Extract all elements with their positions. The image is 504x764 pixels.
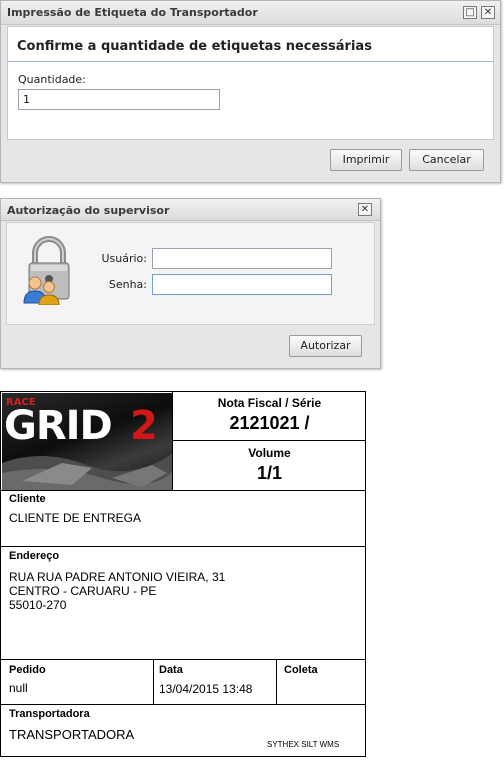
user-label: Usuário: [101, 252, 147, 265]
dialog-title: Autorização do supervisor [7, 204, 170, 217]
order-value: null [9, 681, 28, 695]
invoice-title: Nota Fiscal / Série [217, 396, 322, 410]
password-field[interactable] [152, 274, 332, 295]
divider [1, 704, 365, 705]
authorize-button[interactable]: Autorizar [289, 335, 362, 357]
svg-text:2: 2 [130, 403, 158, 449]
date-value: 13/04/2015 13:48 [159, 682, 253, 696]
title-bar[interactable]: Impressão de Etiqueta do Transportador □… [1, 1, 500, 25]
title-bar[interactable]: Autorização do supervisor ✕ [1, 199, 380, 221]
divider [153, 659, 154, 704]
address-title: Endereço [9, 550, 60, 562]
address-line1: RUA RUA PADRE ANTONIO VIEIRA, 31 [9, 570, 226, 584]
carrier-value: TRANSPORTADORA [9, 727, 135, 742]
divider [172, 440, 366, 441]
supervisor-auth-dialog: Autorização do supervisor ✕ Usuário: Sen… [0, 198, 381, 369]
pickup-title: Coleta [284, 664, 318, 676]
invoice-value: 2121021 / [229, 413, 310, 433]
divider [1, 490, 365, 491]
maximize-icon[interactable]: □ [463, 6, 477, 19]
confirm-heading: Confirme a quantidade de etiquetas neces… [17, 39, 372, 54]
quantity-label: Quantidade: [18, 73, 86, 86]
separator [8, 61, 493, 62]
order-title: Pedido [9, 664, 46, 676]
footer-brand: SYTHEX SILT WMS [267, 740, 340, 749]
dialog-title: Impressão de Etiqueta do Transportador [7, 6, 258, 19]
password-label: Senha: [108, 278, 147, 291]
lock-users-icon [21, 235, 77, 306]
divider [1, 659, 365, 660]
address-line3: 55010-270 [9, 598, 67, 612]
print-button[interactable]: Imprimir [330, 149, 402, 171]
close-icon[interactable]: ✕ [358, 203, 372, 216]
divider [1, 546, 365, 547]
label-print-dialog: Impressão de Etiqueta do Transportador □… [0, 0, 501, 183]
cancel-button[interactable]: Cancelar [409, 149, 484, 171]
volume-title: Volume [248, 446, 291, 460]
carrier-title: Transportadora [9, 708, 90, 720]
shipping-label: RACE GRID 2 Nota Fiscal / Série 2121021 … [0, 391, 366, 757]
user-field[interactable] [152, 248, 332, 269]
client-value: CLIENTE DE ENTREGA [9, 511, 142, 525]
grid2-logo: RACE GRID 2 [2, 393, 173, 490]
quantity-input[interactable]: 1 [18, 89, 220, 110]
client-title: Cliente [9, 493, 46, 505]
logo-text: GRID [4, 403, 112, 449]
date-title: Data [159, 664, 183, 676]
address-line2: CENTRO - CARUARU - PE [9, 584, 157, 598]
divider [276, 659, 277, 704]
volume-value: 1/1 [256, 463, 283, 483]
content-panel: Usuário: Senha: [6, 222, 375, 325]
content-panel: Confirme a quantidade de etiquetas neces… [7, 26, 494, 140]
close-icon[interactable]: ✕ [481, 6, 495, 19]
